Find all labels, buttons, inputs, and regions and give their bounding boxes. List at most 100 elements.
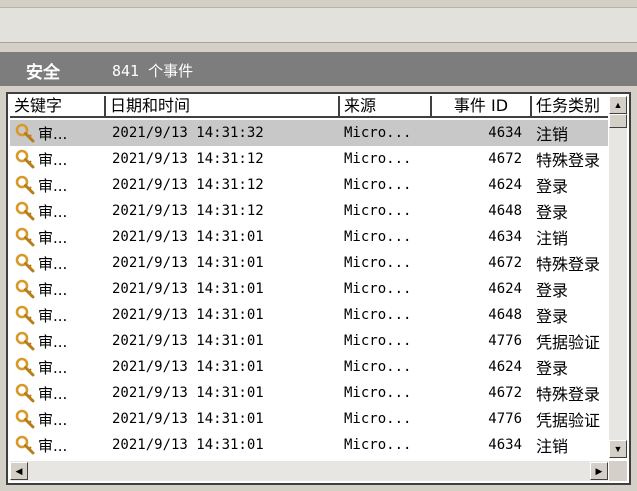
event-id-cell: 4648 [488,203,522,219]
source-cell: Micro... [344,177,412,193]
source-cell: Micro... [344,385,412,401]
vertical-scroll-thumb[interactable] [609,114,627,128]
task-category-cell: 注销 [536,229,569,248]
event-id-cell: 4624 [488,359,522,375]
audit-key-icon [14,435,36,455]
keyword-text: 审... [38,358,68,377]
datetime-cell: 2021/9/13 14:31:32 [112,125,264,141]
toolbar-top-edge [0,0,637,8]
column-keyword[interactable]: 关键字 [10,96,106,118]
toolbar-area [0,0,637,43]
keyword-text: 审... [38,332,68,351]
table-row[interactable]: 审... 2021/9/13 14:31:01 Micro... 4776 凭据验证 [10,328,608,354]
scroll-corner [609,461,627,481]
keyword-cell: 审... [10,357,106,378]
task-category-cell: 特殊登录 [536,255,601,274]
audit-key-icon [14,357,36,377]
task-category-cell: 特殊登录 [536,151,601,170]
event-id-cell: 4634 [488,229,522,245]
keyword-cell: 审... [10,227,106,248]
keyword-text: 审... [38,410,68,429]
source-cell: Micro... [344,151,412,167]
audit-key-icon [14,227,36,247]
event-id-cell: 4624 [488,177,522,193]
audit-key-icon [14,201,36,221]
event-count: 841 个事件 [112,62,194,80]
task-category-cell: 登录 [536,281,569,300]
keyword-text: 审... [38,306,68,325]
event-id-cell: 4634 [488,437,522,453]
datetime-cell: 2021/9/13 14:31:01 [112,385,264,401]
keyword-cell: 审... [10,435,106,456]
horizontal-scrollbar[interactable]: ◀ ▶ [10,461,608,481]
column-source[interactable]: 来源 [340,96,432,118]
task-category-cell: 凭据验证 [536,333,601,352]
audit-key-icon [14,149,36,169]
column-task-category[interactable]: 任务类别 [532,96,608,118]
datetime-cell: 2021/9/13 14:31:01 [112,437,264,453]
datetime-cell: 2021/9/13 14:31:01 [112,307,264,323]
datetime-cell: 2021/9/13 14:31:01 [112,255,264,271]
column-event-id[interactable]: 事件 ID [432,96,532,118]
keyword-text: 审... [38,254,68,273]
table-row[interactable]: 审... 2021/9/13 14:31:12 Micro... 4624 登录 [10,172,608,198]
table-row[interactable]: 审... 2021/9/13 14:31:01 Micro... 4648 登录 [10,302,608,328]
datetime-cell: 2021/9/13 14:31:01 [112,281,264,297]
keyword-text: 审... [38,384,68,403]
column-datetime[interactable]: 日期和时间 [106,96,340,118]
table-row[interactable]: 审... 2021/9/13 14:31:01 Micro... 4776 凭据验证 [10,406,608,432]
event-id-cell: 4634 [488,125,522,141]
source-cell: Micro... [344,229,412,245]
keyword-text: 审... [38,124,68,143]
task-category-cell: 凭据验证 [536,411,601,430]
event-id-cell: 4624 [488,281,522,297]
event-id-cell: 4776 [488,411,522,427]
arrow-down-icon[interactable]: ▼ [609,440,627,458]
table-row[interactable]: 审... 2021/9/13 14:31:12 Micro... 4648 登录 [10,198,608,224]
keyword-cell: 审... [10,123,106,144]
table-row[interactable]: 审... 2021/9/13 14:31:32 Micro... 4634 注销 [10,120,608,146]
table-row[interactable]: 审... 2021/9/13 14:31:01 Micro... 4634 注销 [10,224,608,250]
table-row[interactable]: 审... 2021/9/13 14:31:01 Micro... 4624 登录 [10,354,608,380]
audit-key-icon [14,253,36,273]
source-cell: Micro... [344,203,412,219]
keyword-cell: 审... [10,175,106,196]
datetime-cell: 2021/9/13 14:31:01 [112,359,264,375]
audit-key-icon [14,331,36,351]
audit-key-icon [14,175,36,195]
audit-key-icon [14,383,36,403]
keyword-cell: 审... [10,201,106,222]
audit-key-icon [14,409,36,429]
table-row[interactable]: 审... 2021/9/13 14:31:01 Micro... 4672 特殊登录 [10,380,608,406]
table-row[interactable]: 审... 2021/9/13 14:31:12 Micro... 4672 特殊登录 [10,146,608,172]
task-category-cell: 登录 [536,177,569,196]
table-row[interactable]: 审... 2021/9/13 14:31:01 Micro... 4634 注销 [10,432,608,458]
event-id-cell: 4776 [488,333,522,349]
event-id-cell: 4672 [488,151,522,167]
datetime-cell: 2021/9/13 14:31:12 [112,151,264,167]
arrow-up-icon[interactable]: ▲ [609,96,627,114]
audit-key-icon [14,305,36,325]
log-name: 安全 [26,63,60,83]
event-id-cell: 4672 [488,255,522,271]
column-header: 关键字 日期和时间 来源 事件 ID 任务类别 [10,96,608,118]
arrow-right-icon[interactable]: ▶ [590,462,608,480]
task-category-cell: 注销 [536,125,569,144]
keyword-text: 审... [38,280,68,299]
table-row[interactable]: 审... 2021/9/13 14:31:01 Micro... 4672 特殊登录 [10,250,608,276]
source-cell: Micro... [344,437,412,453]
source-cell: Micro... [344,307,412,323]
keyword-cell: 审... [10,253,106,274]
source-cell: Micro... [344,281,412,297]
task-category-cell: 登录 [536,359,569,378]
vertical-scrollbar[interactable]: ▲ ▼ [609,96,627,458]
audit-key-icon [14,279,36,299]
arrow-left-icon[interactable]: ◀ [10,462,28,480]
keyword-cell: 审... [10,279,106,300]
keyword-text: 审... [38,150,68,169]
keyword-cell: 审... [10,383,106,404]
table-row[interactable]: 审... 2021/9/13 14:31:01 Micro... 4624 登录 [10,276,608,302]
event-list[interactable]: 关键字 日期和时间 来源 事件 ID 任务类别 审... 2021/9/13 14… [6,92,631,485]
event-id-cell: 4672 [488,385,522,401]
keyword-text: 审... [38,202,68,221]
